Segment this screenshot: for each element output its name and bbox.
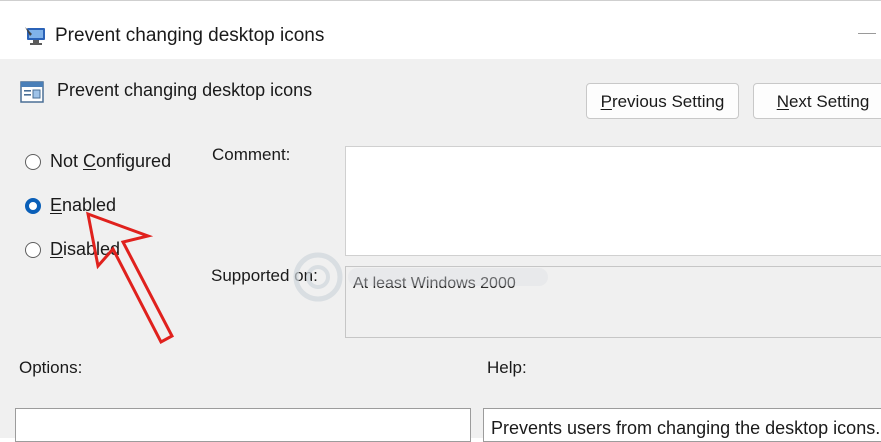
radio-not-configured[interactable]: Not Configured bbox=[25, 151, 171, 172]
help-text: Prevents users from changing the desktop… bbox=[491, 418, 881, 438]
policy-setting-icon bbox=[20, 80, 44, 104]
radio-circle[interactable] bbox=[25, 153, 41, 170]
watermark-logo-icon bbox=[293, 252, 548, 302]
previous-setting-button[interactable]: Previous Setting bbox=[586, 83, 739, 119]
window-title: Prevent changing desktop icons bbox=[55, 25, 325, 46]
options-panel[interactable] bbox=[15, 408, 471, 442]
radio-label: Not Configured bbox=[50, 151, 172, 171]
radio-circle[interactable] bbox=[25, 241, 41, 258]
options-label: Options: bbox=[19, 358, 83, 377]
comment-label: Comment: bbox=[212, 145, 291, 164]
policy-title: Prevent changing desktop icons bbox=[57, 80, 313, 100]
radio-circle-selected[interactable] bbox=[25, 197, 41, 214]
policy-window-icon bbox=[24, 26, 48, 46]
comment-textarea[interactable] bbox=[345, 146, 881, 256]
maximize-icon[interactable] bbox=[858, 33, 876, 34]
policy-dialog: Prevent changing desktop icons Prevent c… bbox=[0, 0, 881, 442]
help-label: Help: bbox=[487, 358, 527, 377]
annotation-arrow-icon bbox=[86, 211, 175, 345]
title-bar: Prevent changing desktop icons bbox=[0, 0, 881, 59]
next-setting-button[interactable]: Next Setting bbox=[753, 83, 881, 119]
